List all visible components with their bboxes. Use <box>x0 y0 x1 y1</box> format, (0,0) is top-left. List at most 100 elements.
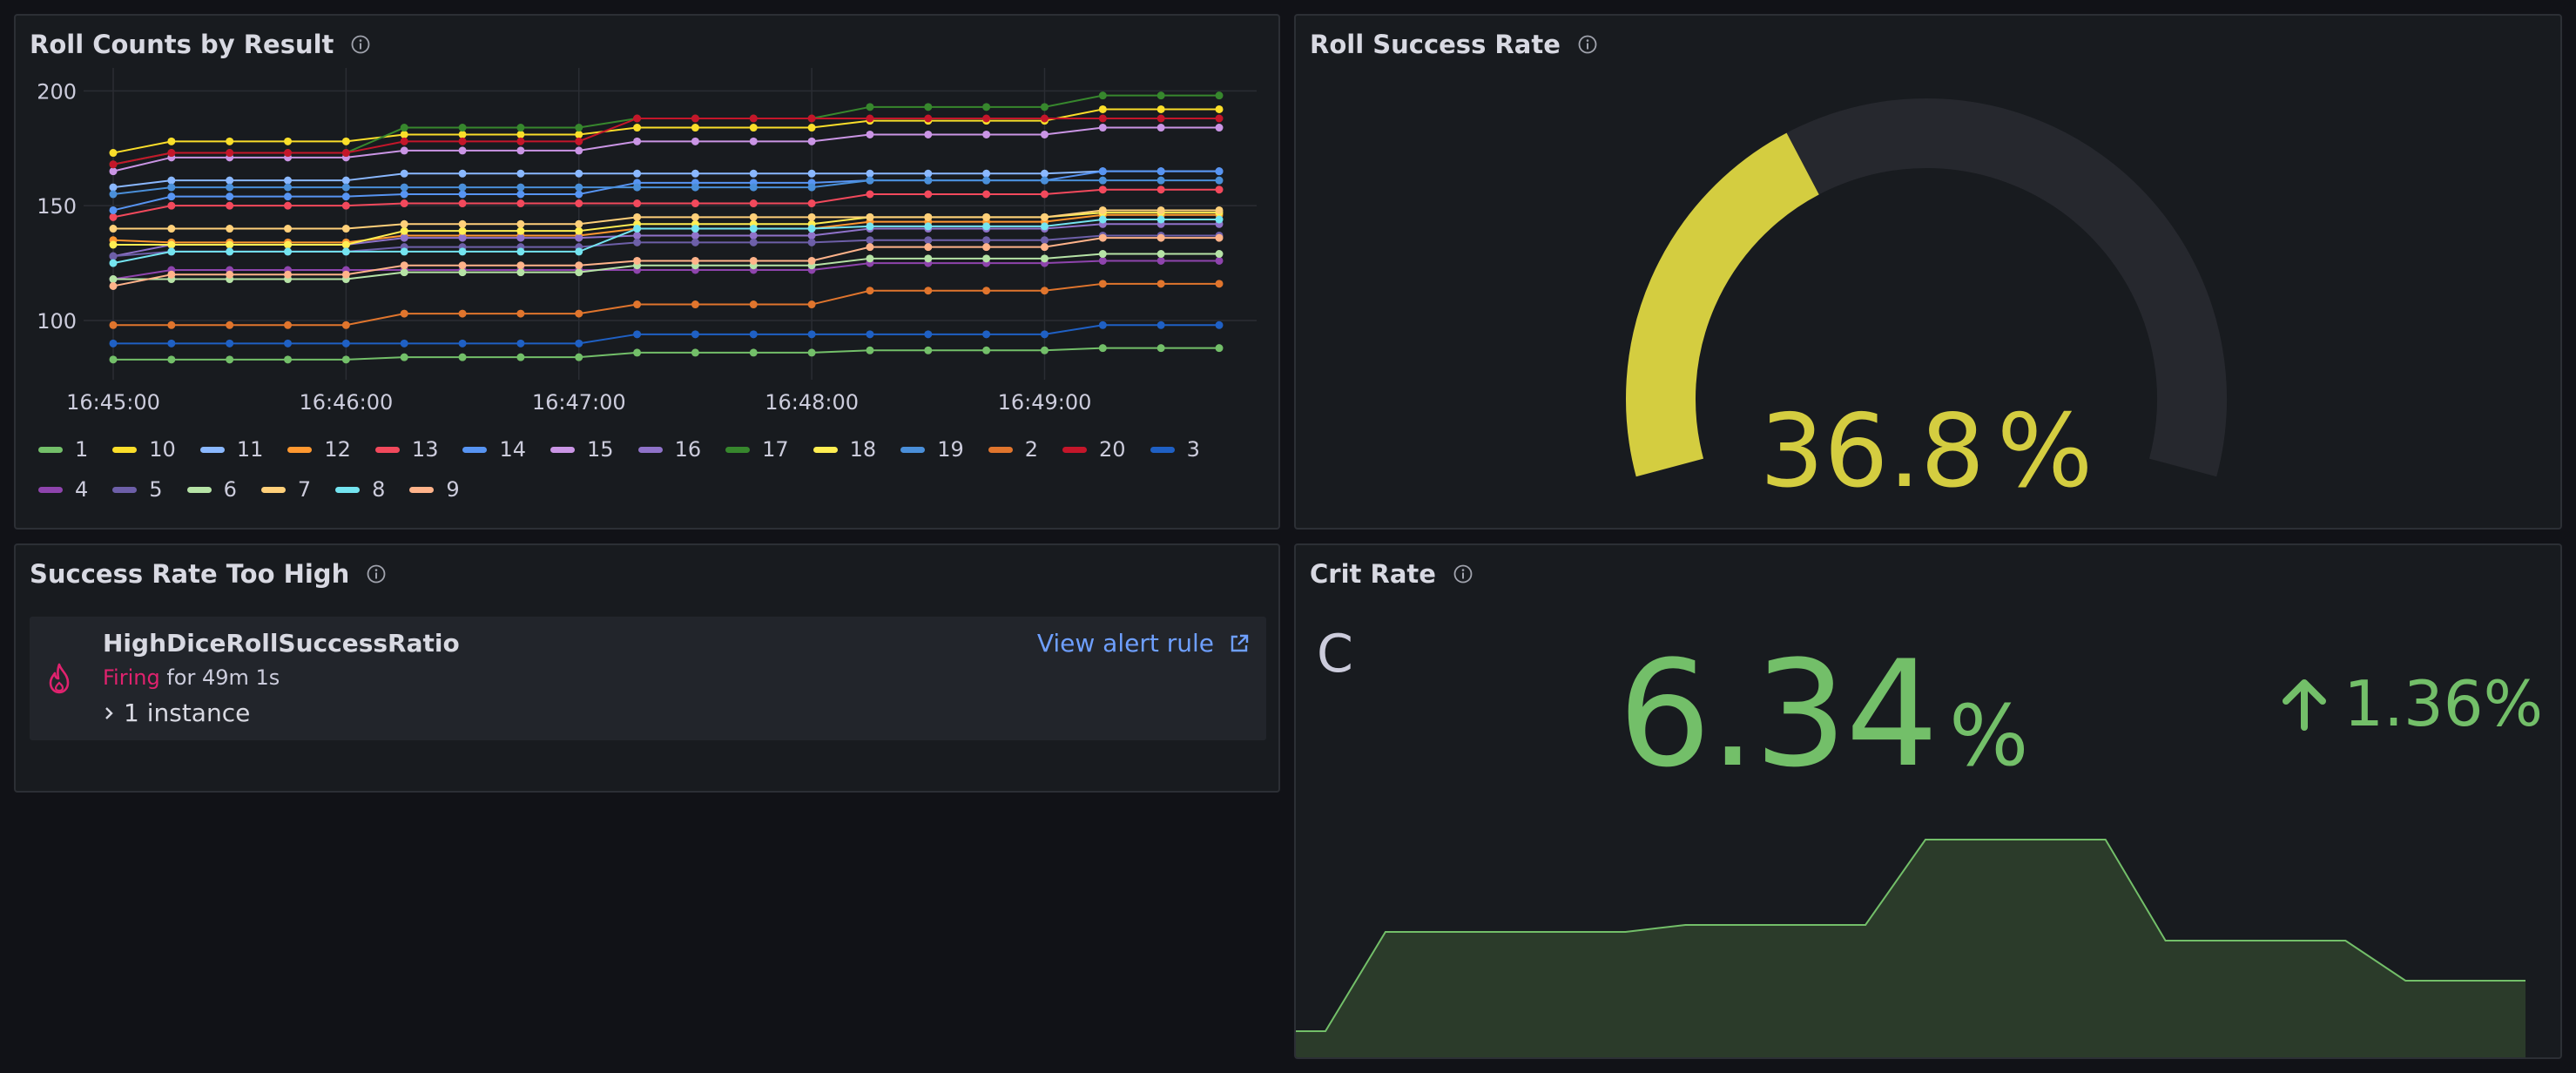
legend-item[interactable]: 18 <box>813 437 876 462</box>
alert-item[interactable]: HighDiceRollSuccessRatio Firing for 49m … <box>30 617 1266 740</box>
data-point <box>1157 321 1165 329</box>
data-point <box>458 247 467 256</box>
data-point <box>226 137 234 145</box>
series-15[interactable] <box>109 124 1224 176</box>
data-point <box>1098 256 1107 265</box>
data-point <box>284 355 293 364</box>
view-alert-rule-link[interactable]: View alert rule <box>1037 629 1251 658</box>
data-point <box>749 183 758 192</box>
legend-label: 1 <box>75 437 89 462</box>
legend-item[interactable]: 3 <box>1150 437 1200 462</box>
legend-item[interactable]: 19 <box>900 437 964 462</box>
data-point <box>400 199 408 208</box>
legend-swatch <box>988 446 1013 453</box>
legend-item[interactable]: 10 <box>112 437 176 462</box>
data-point <box>691 183 699 192</box>
data-point <box>1157 167 1165 176</box>
data-point <box>982 236 991 245</box>
data-point <box>109 355 118 364</box>
data-point <box>516 130 525 138</box>
data-point <box>924 222 933 231</box>
legend-item[interactable]: 1 <box>38 437 88 462</box>
data-point <box>341 137 350 145</box>
data-point <box>109 259 118 267</box>
data-point <box>284 321 293 329</box>
data-point <box>1098 321 1107 329</box>
legend-item[interactable]: 8 <box>335 477 385 502</box>
data-point <box>400 268 408 277</box>
legend-item[interactable]: 12 <box>287 437 351 462</box>
data-point <box>341 149 350 158</box>
series-2[interactable] <box>109 280 1224 329</box>
series-16[interactable] <box>109 219 1224 260</box>
legend-item[interactable]: 2 <box>988 437 1038 462</box>
data-point <box>1040 169 1049 178</box>
data-point <box>575 169 583 178</box>
legend-item[interactable]: 17 <box>725 437 789 462</box>
data-point <box>226 183 234 192</box>
data-point <box>516 339 525 348</box>
legend-item[interactable]: 20 <box>1062 437 1126 462</box>
data-point <box>400 183 408 192</box>
legend-item[interactable]: 14 <box>462 437 526 462</box>
legend-item[interactable]: 16 <box>637 437 701 462</box>
data-point <box>1098 206 1107 214</box>
legend-item[interactable]: 9 <box>409 477 460 502</box>
series-6[interactable] <box>109 250 1224 284</box>
data-point <box>341 225 350 233</box>
info-circle-icon[interactable] <box>351 35 370 54</box>
data-point <box>575 146 583 155</box>
legend-label: 5 <box>149 477 163 502</box>
legend-item[interactable]: 4 <box>38 477 88 502</box>
data-point <box>807 330 816 339</box>
data-point <box>866 190 874 199</box>
data-point <box>458 339 467 348</box>
data-point <box>1215 280 1224 288</box>
alert-instances-toggle[interactable]: 1 instance <box>103 698 250 727</box>
data-point <box>575 137 583 145</box>
data-point <box>575 124 583 132</box>
data-point <box>807 348 816 357</box>
data-point <box>575 309 583 318</box>
legend-item[interactable]: 7 <box>260 477 311 502</box>
data-point <box>516 353 525 361</box>
roll-counts-panel: Roll Counts by Result 100 150 200 16:45:00 1… <box>14 14 1280 530</box>
data-point <box>341 192 350 201</box>
legend-swatch <box>38 446 63 453</box>
data-point <box>575 130 583 138</box>
data-point <box>516 124 525 132</box>
data-point <box>400 137 408 145</box>
series-line <box>113 347 1219 361</box>
data-point <box>109 240 118 249</box>
legend-label: 20 <box>1099 437 1126 462</box>
legend-item[interactable]: 15 <box>550 437 614 462</box>
series-10[interactable] <box>109 105 1224 158</box>
data-point <box>458 268 467 277</box>
data-point <box>341 270 350 279</box>
data-point <box>633 330 642 339</box>
data-point <box>516 183 525 192</box>
y-tick-label: 100 <box>37 309 77 334</box>
legend-label: 17 <box>762 437 789 462</box>
data-point <box>1040 103 1049 111</box>
data-point <box>226 225 234 233</box>
data-point <box>982 222 991 231</box>
timeseries-chart[interactable]: 100 150 200 16:45:00 16:46:00 16:47:00 16:48:0… <box>16 68 1278 451</box>
data-point <box>341 321 350 329</box>
data-point <box>1040 130 1049 138</box>
legend-item[interactable]: 5 <box>112 477 163 502</box>
legend-item[interactable]: 11 <box>199 437 263 462</box>
data-point <box>807 231 816 240</box>
data-point <box>226 176 234 185</box>
data-point <box>749 114 758 123</box>
data-point <box>691 137 699 145</box>
data-point <box>109 275 118 284</box>
series-1[interactable] <box>109 344 1224 364</box>
legend-item[interactable]: 6 <box>186 477 237 502</box>
data-point <box>575 183 583 192</box>
legend-label: 6 <box>223 477 237 502</box>
info-circle-icon[interactable] <box>367 564 386 584</box>
data-point <box>749 137 758 145</box>
legend-item[interactable]: 13 <box>374 437 438 462</box>
data-point <box>575 199 583 208</box>
